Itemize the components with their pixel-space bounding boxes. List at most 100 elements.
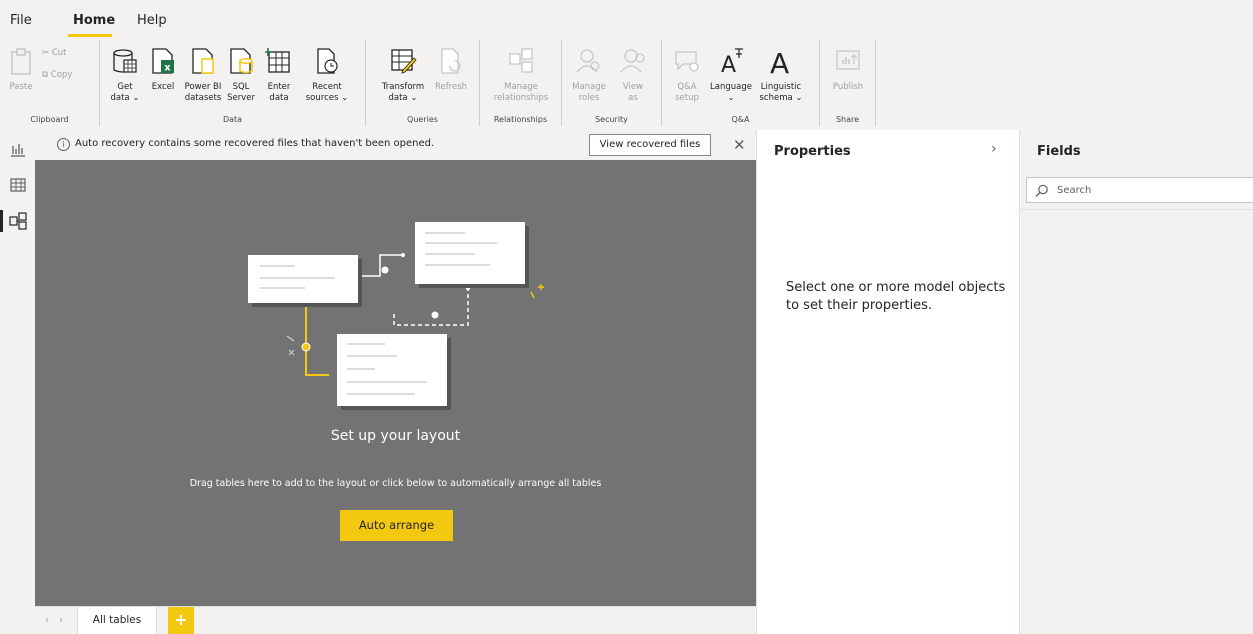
add-layout-button[interactable]: + <box>168 607 194 634</box>
svg-text:x: x <box>164 63 171 74</box>
tab-all-tables[interactable]: All tables <box>77 607 157 634</box>
language-button[interactable]: A Language ⌄ <box>710 42 752 108</box>
relationships-group: Manage relationships Relationships <box>480 40 562 126</box>
publish-label: Publish <box>832 82 864 92</box>
transform-data-label: Transform data ⌄ <box>378 82 428 104</box>
qa-setup-button[interactable]: Q&A setup <box>668 42 706 108</box>
sql-server-line1: SQL <box>232 82 250 92</box>
fields-divider <box>1020 209 1253 210</box>
table-plus-icon <box>265 48 290 73</box>
cut-icon: ✂ <box>42 48 50 58</box>
copy-icon: ⧉ <box>42 70 49 80</box>
model-icon <box>9 212 27 230</box>
recent-sources-line2: sources ⌄ <box>305 93 349 103</box>
view-as-button[interactable]: View as <box>614 42 652 108</box>
setup-layout-description: Drag tables here to add to the layout or… <box>189 478 602 489</box>
data-group-label: Data <box>222 115 243 124</box>
data-view-button[interactable] <box>9 176 27 194</box>
paste-icon <box>11 48 31 75</box>
manage-roles-line2: roles <box>578 93 600 103</box>
relationships-icon <box>509 48 533 73</box>
recent-sources-label: Recent sources ⌄ <box>302 82 352 104</box>
qa-setup-line1: Q&A <box>677 82 697 92</box>
manage-roles-button[interactable]: Manage roles <box>570 42 608 108</box>
report-view-button[interactable] <box>9 140 27 158</box>
transform-data-line2: data ⌄ <box>388 93 418 103</box>
qa-setup-line2: setup <box>675 93 699 103</box>
share-group-label: Share <box>835 115 860 124</box>
manage-relationships-line2: relationships <box>493 93 549 103</box>
excel-icon: x <box>152 48 174 74</box>
dataset-icon <box>192 48 214 74</box>
properties-pane: Properties › Select one or more model ob… <box>756 130 1019 634</box>
search-input[interactable] <box>1055 181 1245 199</box>
view-switcher-rail <box>0 130 35 634</box>
qa-setup-icon <box>675 51 699 72</box>
get-data-line2: data ⌄ <box>110 93 140 103</box>
get-data-line1: Get <box>117 82 133 92</box>
close-icon[interactable]: ✕ <box>733 136 746 154</box>
info-icon: i <box>57 138 70 151</box>
auto-arrange-button[interactable]: Auto arrange <box>340 510 453 541</box>
prev-tab-button[interactable]: ‹ <box>45 615 49 626</box>
model-view-button[interactable] <box>9 212 27 230</box>
linguistic-schema-line2: schema ⌄ <box>759 93 803 103</box>
menu-file[interactable]: File <box>10 13 32 28</box>
get-data-button[interactable]: Get data ⌄ <box>106 42 144 108</box>
refresh-button[interactable]: Refresh <box>432 42 470 108</box>
next-tab-button[interactable]: › <box>59 615 63 626</box>
transform-data-line1: Transform <box>381 82 425 92</box>
menu-help[interactable]: Help <box>137 13 167 28</box>
menu-bar: File Home Help <box>0 0 1253 38</box>
auto-recovery-notification: i Auto recovery contains some recovered … <box>35 130 756 160</box>
transform-data-button[interactable]: Transform data ⌄ <box>382 42 424 108</box>
view-recovered-files-button[interactable]: View recovered files <box>589 134 711 156</box>
recent-sources-line1: Recent <box>312 82 342 92</box>
refresh-label: Refresh <box>434 82 468 92</box>
enter-data-button[interactable]: Enter data <box>260 42 298 108</box>
recent-sources-button[interactable]: Recent sources ⌄ <box>306 42 348 108</box>
linguistic-schema-button[interactable]: A Linguistic schema ⌄ <box>759 42 802 108</box>
database-icon <box>113 49 137 73</box>
relationships-group-label: Relationships <box>493 115 548 124</box>
linguistic-schema-label: Linguistic schema ⌄ <box>756 82 806 104</box>
menu-home[interactable]: Home <box>73 13 115 28</box>
security-group: Manage roles View as Security <box>562 40 662 126</box>
qa-setup-label: Q&A setup <box>662 82 712 104</box>
queries-group-label: Queries <box>407 115 438 124</box>
fields-title: Fields <box>1037 144 1081 159</box>
collapse-properties-icon[interactable]: › <box>991 141 997 157</box>
manage-roles-label: Manage roles <box>564 82 614 104</box>
cut-button[interactable]: ✂ Cut <box>42 48 66 58</box>
copy-label: Copy <box>50 70 73 80</box>
language-line1: Language <box>710 82 752 92</box>
linguistic-schema-icon: A <box>770 47 789 76</box>
manage-roles-icon <box>576 49 600 73</box>
fields-pane: Fields <box>1019 130 1253 634</box>
model-canvas[interactable]: Set up your layout Drag tables here to a… <box>35 160 756 606</box>
view-as-label: View as <box>608 82 658 104</box>
cut-label: Cut <box>51 48 67 58</box>
publish-button[interactable]: Publish <box>829 42 867 108</box>
properties-empty-message: Select one or more model objects to set … <box>786 280 1006 313</box>
ribbon: Paste ✂ Cut ⧉ Copy Clipboard Get data ⌄ <box>0 38 1253 128</box>
copy-button[interactable]: ⧉ Copy <box>42 70 72 80</box>
manage-relationships-button[interactable]: Manage relationships <box>494 42 548 108</box>
properties-title: Properties <box>774 144 851 159</box>
language-label: Language ⌄ <box>706 82 756 104</box>
layout-illustration <box>248 222 544 410</box>
clipboard-group: Paste ✂ Cut ⧉ Copy Clipboard <box>0 40 100 126</box>
paste-button[interactable]: Paste <box>2 42 40 108</box>
language-icon: A <box>721 48 743 76</box>
sql-server-line2: Server <box>227 93 255 103</box>
language-line2: ⌄ <box>727 93 735 103</box>
manage-relationships-line1: Manage <box>504 82 538 92</box>
refresh-icon <box>441 48 461 74</box>
share-group: Publish Share <box>820 40 876 126</box>
active-view-indicator <box>0 210 3 232</box>
excel-button[interactable]: x Excel <box>144 42 182 108</box>
data-group: Get data ⌄ x Excel Power BI datasets SQL… <box>100 40 366 126</box>
view-as-line2: as <box>628 93 638 103</box>
enter-data-line1: Enter <box>267 82 291 92</box>
view-as-line1: View <box>622 82 644 92</box>
